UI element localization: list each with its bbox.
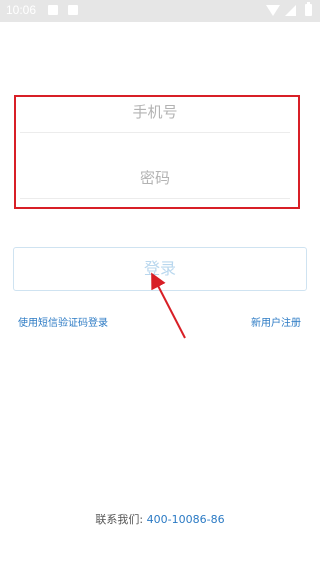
gallery-icon <box>48 5 58 15</box>
wifi-icon <box>266 5 280 16</box>
contact-phone-link[interactable]: 400-10086-86 <box>147 513 225 526</box>
notification-icon <box>68 5 78 15</box>
sms-login-link[interactable]: 使用短信验证码登录 <box>18 314 108 329</box>
phone-input[interactable]: 手机号 <box>20 92 290 133</box>
signal-icon <box>285 5 296 16</box>
register-link[interactable]: 新用户注册 <box>251 314 301 329</box>
login-button[interactable]: 登录 <box>13 247 307 291</box>
contact-label: 联系我们: <box>95 513 144 526</box>
password-input[interactable]: 密码 <box>20 158 290 199</box>
status-bar: 10:06 <box>0 0 320 22</box>
status-time: 10:06 <box>6 3 37 17</box>
battery-icon <box>305 2 312 16</box>
status-icons <box>264 2 314 18</box>
contact-info: 联系我们: 400-10086-86 <box>0 511 320 527</box>
